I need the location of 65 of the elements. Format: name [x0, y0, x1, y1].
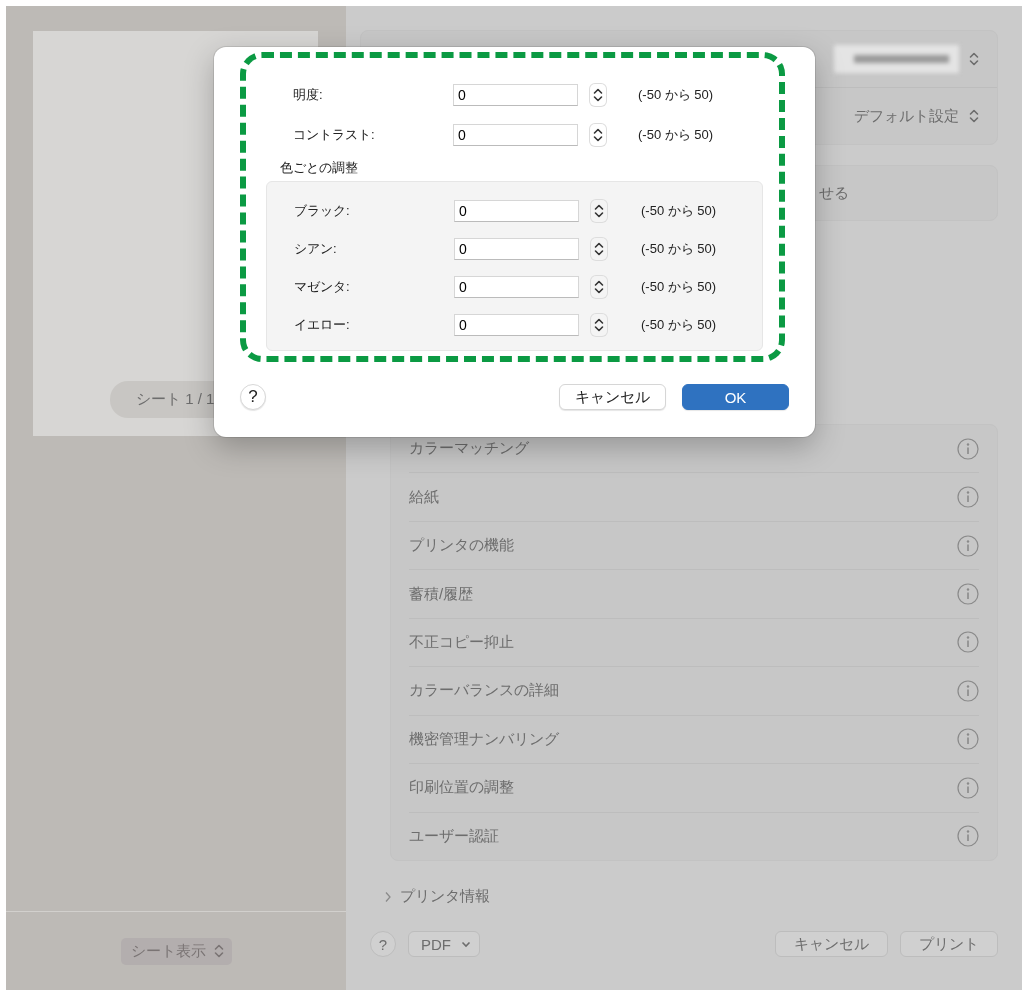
- settings-item[interactable]: 蓄積/履歴: [409, 584, 474, 604]
- group-title: 色ごとの調整: [280, 159, 359, 177]
- info-icon[interactable]: [957, 486, 979, 509]
- up-down-chevron-icon: [594, 242, 604, 256]
- stepper[interactable]: [590, 124, 606, 146]
- stepper[interactable]: [590, 84, 606, 106]
- range-hint: (-50 から 50): [641, 240, 717, 258]
- number-field[interactable]: 0: [454, 200, 579, 222]
- number-field[interactable]: 0: [454, 314, 579, 336]
- stepper[interactable]: [591, 200, 607, 222]
- info-icon[interactable]: [957, 631, 979, 654]
- info-icon[interactable]: [957, 825, 979, 848]
- settings-item[interactable]: プリンタの機能: [409, 536, 514, 556]
- chevron-down-icon: [461, 940, 471, 948]
- field-label: マゼンタ:: [294, 278, 351, 296]
- field-label: イエロー:: [294, 316, 351, 334]
- info-icon[interactable]: [957, 776, 979, 799]
- settings-item[interactable]: 不正コピー抑止: [409, 632, 514, 652]
- number-field[interactable]: 0: [454, 276, 579, 298]
- info-icon[interactable]: [957, 583, 979, 606]
- up-down-chevron-icon: [593, 88, 603, 102]
- info-icon[interactable]: [957, 437, 979, 460]
- up-down-chevron-icon: [594, 318, 604, 332]
- field-label: コントラスト:: [293, 126, 376, 144]
- number-field[interactable]: 0: [454, 238, 579, 260]
- range-hint: (-50 から 50): [641, 316, 717, 334]
- info-icon[interactable]: [957, 728, 979, 751]
- range-hint: (-50 から 50): [641, 278, 717, 296]
- up-down-chevron-icon: [594, 204, 604, 218]
- pdf-menu-button[interactable]: PDF: [408, 931, 480, 957]
- settings-item[interactable]: ユーザー認証: [409, 826, 499, 846]
- field-label: 明度:: [293, 86, 324, 104]
- range-hint: (-50 から 50): [638, 86, 714, 104]
- cancel-button[interactable]: キャンセル: [559, 384, 666, 410]
- settings-item[interactable]: 機密管理ナンバリング: [409, 729, 559, 749]
- print-button[interactable]: プリント: [900, 931, 998, 957]
- chevron-right-icon: [384, 890, 392, 903]
- field-label: ブラック:: [294, 202, 351, 220]
- stepper[interactable]: [591, 238, 607, 260]
- up-down-chevron-icon: [969, 52, 979, 66]
- presets-popup[interactable]: デフォルト設定: [854, 106, 959, 126]
- up-down-chevron-icon: [213, 944, 224, 958]
- settings-item[interactable]: 給紙: [409, 487, 439, 507]
- settings-item[interactable]: カラーバランスの詳細: [409, 681, 559, 701]
- printer-info-disclosure[interactable]: プリンタ情報: [384, 887, 998, 906]
- settings-item[interactable]: カラーマッチング: [409, 439, 529, 459]
- up-down-chevron-icon: [969, 109, 979, 123]
- up-down-chevron-icon: [593, 128, 603, 142]
- number-field[interactable]: 0: [453, 84, 578, 106]
- stepper[interactable]: [591, 314, 607, 336]
- number-field[interactable]: 0: [453, 124, 578, 146]
- range-hint: (-50 から 50): [641, 202, 717, 220]
- range-hint: (-50 から 50): [638, 126, 714, 144]
- ok-button[interactable]: OK: [682, 384, 789, 410]
- field-label: シアン:: [294, 240, 338, 258]
- cancel-button[interactable]: キャンセル: [775, 931, 888, 957]
- up-down-chevron-icon: [594, 280, 604, 294]
- info-icon[interactable]: [957, 679, 979, 702]
- sheet-view-popup[interactable]: シート表示: [120, 937, 232, 965]
- stepper[interactable]: [591, 276, 607, 298]
- option-label[interactable]: せる: [819, 183, 849, 203]
- info-icon[interactable]: [957, 534, 979, 557]
- settings-item[interactable]: 印刷位置の調整: [409, 778, 514, 798]
- help-button[interactable]: ?: [240, 384, 266, 410]
- help-button[interactable]: ?: [370, 931, 396, 957]
